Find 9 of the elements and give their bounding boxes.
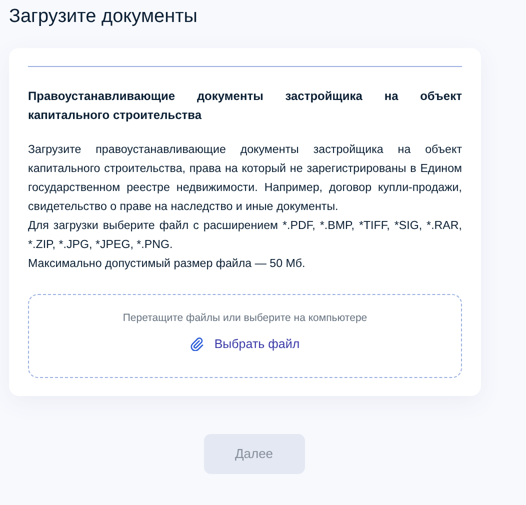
description-paragraph: Для загрузки выберите файл с расширением *.PDF, *.BMP, *TIFF, *SIG, *.RAR, *.ZIP, *.JPG, *JPEG, *.PNG. (28, 218, 462, 253)
description-paragraph: Максимально допустимый размер файла — 50 Мб. (28, 256, 306, 272)
dropzone-hint: Перетащите файлы или выберите на компьютере (122, 310, 368, 326)
document-title: Правоустанавливающие документы застройщика на объект капитального строительства (28, 88, 462, 124)
page-title: Загрузите документы (9, 6, 198, 29)
paperclip-icon (190, 336, 204, 351)
file-dropzone[interactable]: Перетащите файлы или выберите на компьютере Выбрать файл (28, 294, 462, 378)
choose-file-button[interactable]: Выбрать файл (190, 334, 300, 354)
description-paragraph: Загрузите правоустанавливающие документы застройщика на объект капитального строительства, права на который не зарегистрированы в Едином государственном реестре недвижимости. Например, договор купли-продажи, свидетельство о праве на наследство и иные документы. (28, 142, 462, 215)
